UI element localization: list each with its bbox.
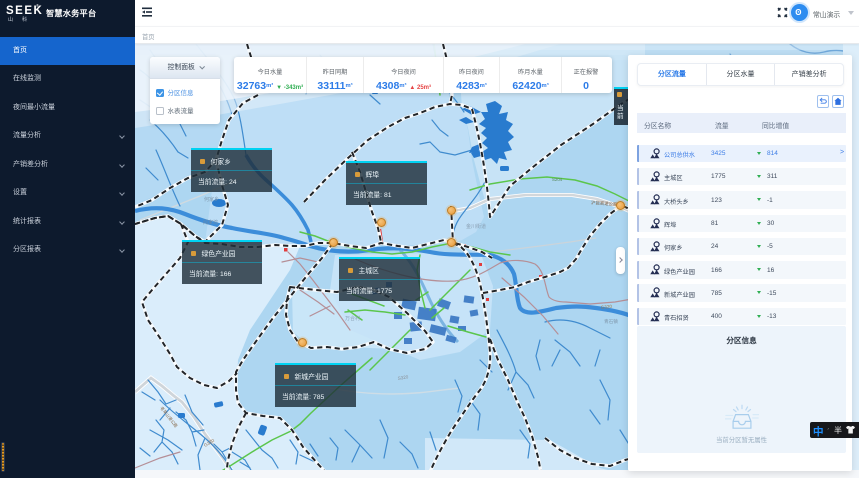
svg-text:金川街道: 金川街道 [466,223,486,230]
svg-text:闻家坞: 闻家坞 [203,219,218,226]
svg-text:何家乡: 何家乡 [204,196,219,203]
svg-text:青石镇: 青石镇 [604,318,618,325]
svg-text:万合村: 万合村 [345,315,360,322]
svg-text:S204: S204 [552,177,563,182]
